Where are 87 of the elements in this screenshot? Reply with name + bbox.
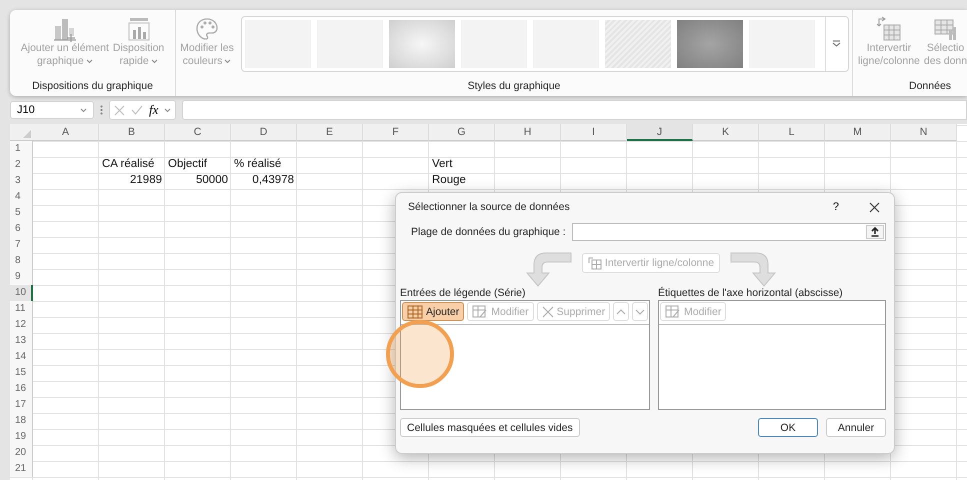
row-header[interactable]: 16 [10, 381, 33, 397]
table-edit-icon [665, 304, 681, 318]
row-header[interactable]: 18 [10, 413, 33, 429]
column-header[interactable]: I [561, 124, 627, 141]
row-header[interactable]: 7 [10, 237, 33, 253]
group-label: Dispositions du graphique [32, 80, 153, 92]
collapse-icon[interactable] [866, 225, 884, 239]
palette-icon [194, 16, 220, 42]
group-label: Styles du graphique [468, 80, 560, 92]
style-thumbnail[interactable] [388, 20, 455, 68]
chevron-icon [224, 59, 232, 64]
row-header[interactable]: 19 [10, 429, 33, 445]
check-icon[interactable] [131, 105, 143, 115]
curved-arrow-icon [524, 251, 572, 287]
group-label: Données [909, 80, 952, 92]
sheet-cell-text: 0,43978 [251, 173, 295, 188]
formula-input[interactable] [182, 100, 967, 120]
sheet-cell-text: Vert [431, 157, 454, 172]
column-header[interactable]: A [33, 124, 99, 141]
switch-grid-icon [876, 16, 902, 42]
panel-label: Étiquettes de l'axe horizontal (abscisse) [658, 287, 844, 299]
row-header[interactable]: 14 [10, 349, 33, 365]
column-header[interactable]: J [627, 124, 693, 141]
sheet-cell-text: 50000 [195, 173, 229, 188]
style-thumbnail[interactable] [676, 20, 743, 68]
row-header[interactable]: 20 [10, 445, 33, 461]
grip-icon [100, 105, 103, 115]
name-box[interactable]: J10 [10, 101, 94, 119]
range-field[interactable] [572, 223, 886, 241]
sheet-cell-text: CA réalisé [101, 157, 156, 172]
select-all-icon[interactable] [23, 130, 31, 138]
table-edit-icon [472, 304, 488, 318]
chevron-down-icon [635, 308, 645, 314]
switch-grid-icon [588, 256, 602, 270]
row-header[interactable]: 21 [10, 461, 33, 477]
hidden-cells-button[interactable]: Cellules masquées et cellules vides [400, 418, 580, 437]
row-header[interactable]: 3 [10, 173, 33, 189]
ok-button[interactable]: OK [758, 418, 818, 437]
row-header[interactable]: 10 [10, 285, 33, 301]
column-header[interactable]: B [99, 124, 165, 141]
curved-arrow-icon [730, 251, 778, 287]
row-header[interactable]: 4 [10, 189, 33, 205]
row-header[interactable]: 13 [10, 333, 33, 349]
cancel-button[interactable]: Annuler [826, 418, 886, 437]
toolbar-button[interactable]: Ajouter [402, 302, 464, 321]
row-header[interactable]: 11 [10, 301, 33, 317]
chart-add-icon [52, 16, 78, 42]
row-header[interactable]: 8 [10, 253, 33, 269]
column-header[interactable]: K [693, 124, 759, 141]
panel-label: Entrées de légende (Série) [400, 287, 526, 299]
row-header[interactable]: 12 [10, 317, 33, 333]
row-header[interactable]: 6 [10, 221, 33, 237]
column-header[interactable]: L [759, 124, 825, 141]
sheet-cell-text: % réalisé [233, 157, 282, 172]
sheet-cell-text: Rouge [431, 173, 467, 188]
style-thumbnail[interactable] [604, 20, 671, 68]
help-button[interactable]: ? [826, 199, 845, 215]
sheet-cell-text: Objectif [167, 157, 208, 172]
row-header[interactable]: 17 [10, 397, 33, 413]
chevron-up-icon [616, 308, 626, 314]
column-header[interactable]: H [495, 124, 561, 141]
chevron-icon [86, 59, 93, 64]
row-header[interactable]: 5 [10, 205, 33, 221]
table-add-icon [407, 304, 423, 318]
column-header[interactable]: G [429, 124, 495, 141]
dialog-title: Sélectionner la source de données [408, 201, 570, 213]
column-header[interactable]: E [297, 124, 363, 141]
column-header[interactable]: F [363, 124, 429, 141]
more-icon[interactable] [832, 40, 842, 48]
range-label: Plage de données du graphique : [411, 226, 566, 238]
chevron-icon [164, 108, 172, 112]
column-header[interactable]: M [825, 124, 891, 141]
cancel-icon[interactable] [114, 104, 125, 116]
chevron-icon [80, 108, 87, 112]
chart-layout-icon [126, 16, 152, 42]
function-button[interactable]: fx [149, 102, 158, 118]
row-header[interactable]: 15 [10, 365, 33, 381]
row-header[interactable]: 9 [10, 269, 33, 285]
row-header[interactable]: 1 [10, 141, 33, 157]
sheet-cell-text: 21989 [129, 173, 163, 188]
column-header[interactable]: C [165, 124, 231, 141]
close-icon [542, 306, 554, 318]
row-header[interactable]: 2 [10, 157, 33, 173]
column-header[interactable]: N [891, 124, 957, 141]
close-icon[interactable] [869, 202, 880, 212]
chevron-icon [150, 59, 158, 64]
column-header[interactable]: D [231, 124, 297, 141]
